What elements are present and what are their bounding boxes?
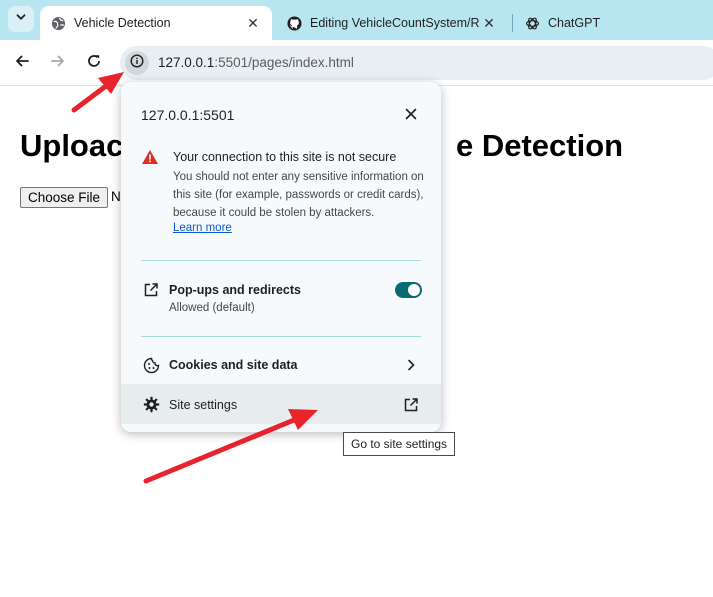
chatgpt-icon	[524, 15, 540, 31]
tab-vehicle-detection[interactable]: Vehicle Detection ✕	[40, 6, 272, 40]
tab-title: Editing VehicleCountSystem/README.md	[310, 16, 480, 30]
popup-close-button[interactable]	[401, 106, 421, 126]
close-tab-icon[interactable]: ✕	[244, 14, 262, 32]
close-tab-icon[interactable]: ✕	[480, 14, 498, 32]
gear-icon	[141, 394, 161, 414]
reload-button[interactable]	[81, 50, 107, 76]
tab-title: Vehicle Detection	[74, 16, 171, 30]
chevron-right-icon[interactable]	[403, 357, 419, 373]
divider	[141, 260, 421, 261]
popups-redirects-label: Pop-ups and redirects	[169, 283, 301, 297]
page-heading-left: Uploac	[20, 128, 124, 163]
cookies-site-data-label[interactable]: Cookies and site data	[169, 358, 298, 372]
tab-search-button[interactable]	[8, 6, 34, 32]
cookie-icon	[141, 355, 161, 375]
address-bar[interactable]: 127.0.0.1:5501/pages/index.html	[120, 46, 713, 80]
back-button[interactable]	[9, 50, 35, 76]
chevron-down-icon	[15, 10, 27, 28]
github-icon	[286, 15, 302, 31]
site-info-popup: 127.0.0.1:5501 Your connection to this s…	[121, 82, 441, 432]
file-status-text: N	[111, 189, 121, 204]
browser-toolbar: 127.0.0.1:5501/pages/index.html	[0, 40, 713, 86]
site-settings-tooltip: Go to site settings	[343, 432, 456, 456]
forward-arrow-icon	[50, 53, 66, 74]
url-text[interactable]: 127.0.0.1:5501/pages/index.html	[158, 55, 354, 70]
popup-title: 127.0.0.1:5501	[141, 107, 235, 123]
toggle-knob	[408, 284, 420, 296]
choose-file-button[interactable]: Choose File	[20, 187, 109, 208]
url-path: :5501/pages/index.html	[214, 55, 354, 70]
tab-title: ChatGPT	[548, 16, 601, 30]
open-external-icon	[141, 280, 161, 300]
site-info-button[interactable]	[125, 51, 149, 75]
url-host: 127.0.0.1	[158, 55, 215, 70]
popups-redirects-status: Allowed (default)	[169, 302, 255, 314]
reload-icon	[86, 53, 102, 74]
tab-github-editing[interactable]: Editing VehicleCountSystem/README.md ✕	[276, 6, 508, 40]
site-settings-label: Site settings	[169, 398, 238, 412]
divider	[141, 336, 421, 337]
globe-icon	[50, 15, 66, 31]
open-in-new-icon	[401, 395, 421, 415]
warning-icon	[141, 149, 159, 165]
close-icon	[405, 107, 417, 125]
forward-button[interactable]	[45, 50, 71, 76]
site-settings-row[interactable]: Site settings	[121, 384, 441, 424]
page-heading-right: e Detection	[456, 128, 624, 163]
tab-strip: Vehicle Detection ✕ Editing VehicleCount…	[0, 0, 713, 40]
info-icon	[130, 53, 144, 73]
back-arrow-icon	[14, 53, 30, 74]
tab-chatgpt[interactable]: ChatGPT	[514, 6, 664, 40]
learn-more-link[interactable]: Learn more	[173, 222, 232, 234]
popups-redirects-toggle[interactable]	[395, 282, 422, 298]
security-status-title: Your connection to this site is not secu…	[173, 150, 397, 164]
tab-separator	[512, 14, 513, 32]
security-description: You should not enter any sensitive infor…	[173, 171, 424, 219]
